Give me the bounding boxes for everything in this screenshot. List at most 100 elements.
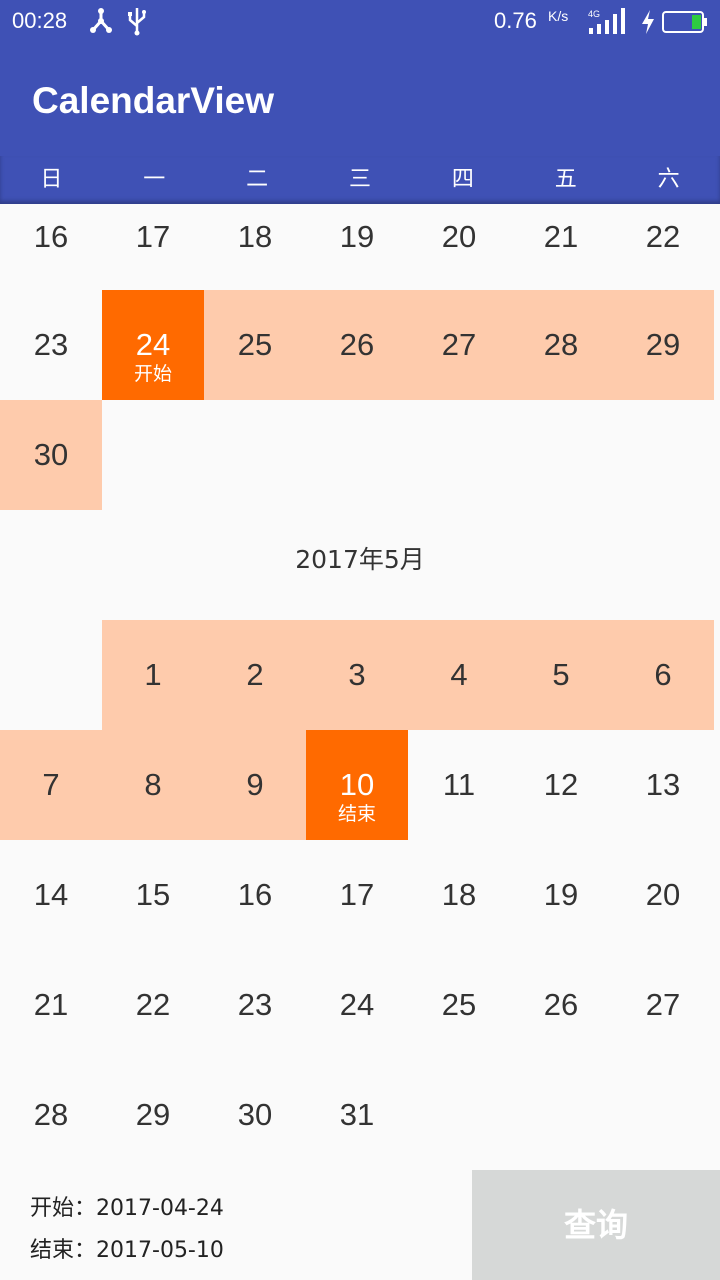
day-cell[interactable]: 18 <box>408 840 510 950</box>
day-cell[interactable]: 26 <box>510 950 612 1060</box>
weekday-label: 日 <box>40 167 63 192</box>
day-cell[interactable]: 28 <box>0 1060 102 1170</box>
day-cell[interactable]: 29 <box>102 1060 204 1170</box>
day-number: 18 <box>237 219 273 254</box>
usb-icon <box>126 6 148 40</box>
day-cell[interactable]: 21 <box>510 204 612 290</box>
day-number: 22 <box>645 219 681 254</box>
week-row: 23 24 开始 25 26 27 28 29 <box>0 290 720 400</box>
day-number: 26 <box>543 987 579 1022</box>
day-cell-in-range[interactable]: 1 <box>102 620 204 730</box>
app-title: CalendarView <box>32 80 274 121</box>
day-number: 20 <box>441 219 477 254</box>
weekday-label: 五 <box>554 167 577 192</box>
network-type: 4G <box>588 9 600 19</box>
day-cell-in-range[interactable]: 7 <box>0 730 102 840</box>
day-cell[interactable]: 17 <box>306 840 408 950</box>
day-number: 1 <box>144 657 162 692</box>
day-cell[interactable]: 17 <box>102 204 204 290</box>
day-cell[interactable]: 15 <box>102 840 204 950</box>
day-cell[interactable]: 11 <box>408 730 510 840</box>
day-number: 18 <box>441 877 477 912</box>
day-cell[interactable]: 23 <box>0 290 102 400</box>
day-cell[interactable]: 24 <box>306 950 408 1060</box>
day-cell-in-range[interactable]: 30 <box>0 400 102 510</box>
day-number: 14 <box>33 877 69 912</box>
day-cell[interactable]: 22 <box>102 950 204 1060</box>
start-value: 2017-04-24 <box>96 1196 224 1221</box>
day-cell[interactable]: 25 <box>408 950 510 1060</box>
day-cell-selected[interactable]: 24 开始 <box>102 290 204 400</box>
day-cell[interactable]: 21 <box>0 950 102 1060</box>
day-tag: 开始 <box>133 363 172 385</box>
day-number: 25 <box>237 327 273 362</box>
day-cell-in-range[interactable]: 26 <box>306 290 408 400</box>
day-cell-in-range[interactable]: 9 <box>204 730 306 840</box>
end-date-line: 结束：2017-05-10 <box>30 1230 224 1272</box>
month-title-may: 2017年5月 <box>295 545 425 574</box>
day-number: 22 <box>135 987 171 1022</box>
day-cell[interactable]: 27 <box>612 950 714 1060</box>
day-number: 13 <box>645 767 681 802</box>
day-number: 6 <box>654 657 672 692</box>
day-number: 5 <box>552 657 570 692</box>
week-row: 1 2 3 4 5 6 <box>0 620 720 730</box>
week-row: 30 <box>0 400 720 510</box>
day-number: 20 <box>645 877 681 912</box>
start-date-line: 开始：2017-04-24 <box>30 1188 224 1230</box>
day-cell[interactable]: 20 <box>408 204 510 290</box>
day-number: 21 <box>543 219 579 254</box>
status-time: 00:28 <box>12 8 68 33</box>
day-cell[interactable]: 19 <box>510 840 612 950</box>
day-cell[interactable]: 13 <box>612 730 714 840</box>
day-number: 3 <box>348 657 366 692</box>
day-cell-in-range[interactable]: 4 <box>408 620 510 730</box>
day-tag: 结束 <box>337 803 376 825</box>
day-number: 7 <box>42 767 60 802</box>
day-number: 17 <box>339 877 375 912</box>
day-number: 9 <box>246 767 264 802</box>
day-cell[interactable]: 16 <box>204 840 306 950</box>
weekday-label: 四 <box>451 167 474 192</box>
day-number: 28 <box>33 1097 69 1132</box>
april-grid: 16 17 18 19 20 21 22 23 24 开始 25 26 27 28 29 30 <box>0 204 720 510</box>
day-number: 31 <box>339 1097 375 1132</box>
day-cell-in-range[interactable]: 29 <box>612 290 714 400</box>
net-speed-unit: K/s <box>548 8 569 24</box>
day-cell[interactable]: 16 <box>0 204 102 290</box>
query-button[interactable]: 查询 <box>472 1170 720 1280</box>
day-cell[interactable]: 31 <box>306 1060 408 1170</box>
day-cell[interactable]: 18 <box>204 204 306 290</box>
day-number: 23 <box>33 327 69 362</box>
day-cell[interactable]: 19 <box>306 204 408 290</box>
day-cell-in-range[interactable]: 6 <box>612 620 714 730</box>
charging-icon <box>640 8 656 40</box>
day-cell[interactable]: 20 <box>612 840 714 950</box>
day-cell-in-range[interactable]: 8 <box>102 730 204 840</box>
day-cell-selected[interactable]: 10 结束 <box>306 730 408 840</box>
status-bar: 00:28 0.76 K/s 4G <box>0 0 720 44</box>
day-number: 16 <box>33 219 69 254</box>
day-cell-in-range[interactable]: 28 <box>510 290 612 400</box>
day-number: 24 <box>135 327 171 362</box>
day-number: 19 <box>543 877 579 912</box>
day-cell[interactable]: 30 <box>204 1060 306 1170</box>
day-cell-in-range[interactable]: 25 <box>204 290 306 400</box>
day-cell-in-range[interactable]: 3 <box>306 620 408 730</box>
day-cell[interactable]: 22 <box>612 204 714 290</box>
day-cell-in-range[interactable]: 2 <box>204 620 306 730</box>
share-icon <box>88 6 114 40</box>
day-cell[interactable]: 23 <box>204 950 306 1060</box>
week-row: 14 15 16 17 18 19 20 <box>0 840 720 950</box>
day-number: 25 <box>441 987 477 1022</box>
signal-icon: 4G <box>588 8 628 40</box>
day-cell[interactable]: 14 <box>0 840 102 950</box>
week-row: 7 8 9 10 结束 11 12 13 <box>0 730 720 840</box>
day-number: 23 <box>237 987 273 1022</box>
day-number: 27 <box>645 987 681 1022</box>
day-cell-in-range[interactable]: 27 <box>408 290 510 400</box>
day-cell-in-range[interactable]: 5 <box>510 620 612 730</box>
day-cell[interactable]: 12 <box>510 730 612 840</box>
day-number: 21 <box>33 987 69 1022</box>
week-row: 21 22 23 24 25 26 27 <box>0 950 720 1060</box>
